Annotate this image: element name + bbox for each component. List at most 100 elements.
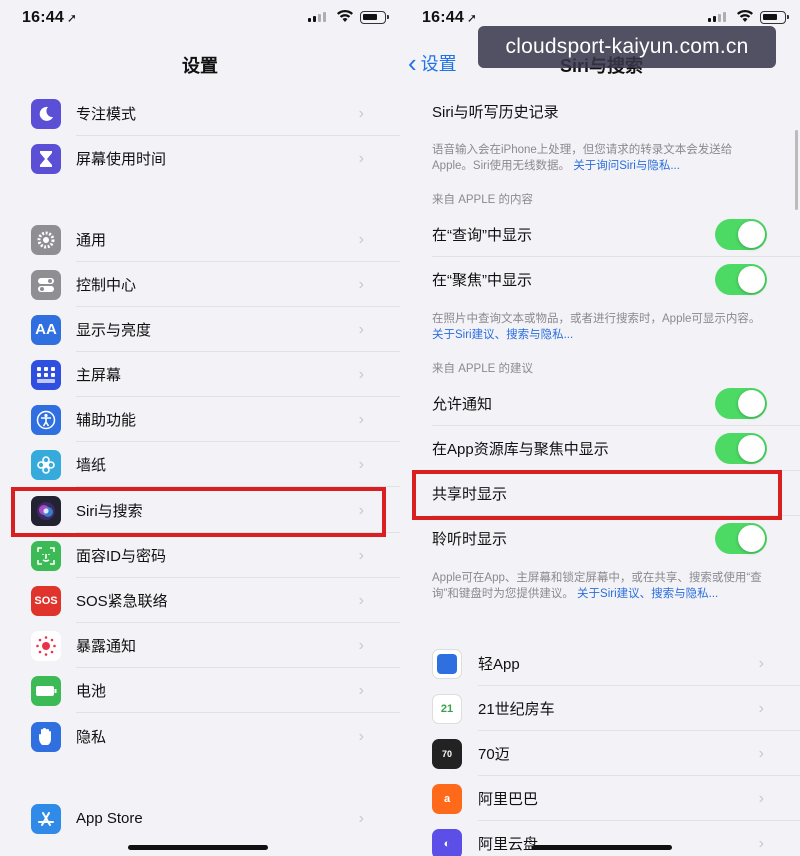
privacy-link[interactable]: 关于Siri建议、搜索与隐私... xyxy=(577,588,718,600)
location-icon: ➚ xyxy=(466,11,478,25)
chevron-right-icon: › xyxy=(358,149,364,167)
show-when-listening-toggle[interactable] xyxy=(715,523,767,554)
allow-notifications-row: 允许通知 xyxy=(400,381,800,426)
settings-item-focus[interactable]: 专注模式 › xyxy=(0,91,400,136)
cloud-icon: ◐ xyxy=(432,828,462,856)
settings-item-label: 专注模式 xyxy=(76,106,137,123)
settings-item-label: 显示与亮度 xyxy=(76,322,152,339)
status-bar: 16:44 ➚ xyxy=(0,0,400,36)
chevron-right-icon: › xyxy=(358,275,364,293)
app-row[interactable]: 70 70迈 › xyxy=(400,731,800,776)
settings-item-label: 通用 xyxy=(76,232,107,249)
chevron-right-icon: › xyxy=(358,455,364,473)
faceid-icon xyxy=(31,540,61,571)
highlight-box xyxy=(412,470,782,520)
settings-item-exposure[interactable]: 暴露通知 › xyxy=(0,623,400,668)
chevron-right-icon: › xyxy=(358,681,364,699)
21rv-icon: 21 xyxy=(432,693,462,724)
hand-icon xyxy=(31,721,61,752)
settings-item-accessibility[interactable]: 辅助功能 › xyxy=(0,397,400,442)
battery-icon xyxy=(360,11,389,24)
settings-item-home-screen[interactable]: 主屏幕 › xyxy=(0,352,400,397)
70mai-icon: 70 xyxy=(432,738,462,769)
grid-icon xyxy=(31,359,61,390)
settings-item-label: SOS紧急联络 xyxy=(76,593,168,610)
settings-item-label: 屏幕使用时间 xyxy=(76,151,167,168)
back-button[interactable]: ‹ 设置 xyxy=(408,50,457,76)
show-when-listening-row: 聆听时显示 xyxy=(400,516,800,561)
app-label: 70迈 xyxy=(478,746,510,763)
app-row[interactable]: 21 21世纪房车 › xyxy=(400,686,800,731)
show-in-spotlight-toggle[interactable] xyxy=(715,264,767,295)
hourglass-icon xyxy=(31,143,61,174)
chevron-right-icon: › xyxy=(358,636,364,654)
home-indicator xyxy=(128,845,268,850)
settings-item-battery[interactable]: 电池 › xyxy=(0,668,400,713)
settings-item-label: 暴露通知 xyxy=(76,638,137,655)
settings-item-general[interactable]: 通用 › xyxy=(0,217,400,262)
row-label: 聆听时显示 xyxy=(432,531,508,548)
gear-icon xyxy=(31,224,61,255)
exposure-icon xyxy=(31,630,61,661)
settings-item-screen-time[interactable]: 屏幕使用时间 › xyxy=(0,136,400,181)
chevron-left-icon: ‹ xyxy=(408,48,417,78)
settings-item-label: 主屏幕 xyxy=(76,367,122,384)
moon-icon xyxy=(31,98,61,129)
watermark-banner: cloudsport-kaiyun.com.cn xyxy=(478,26,776,68)
chevron-right-icon: › xyxy=(358,727,364,745)
location-icon: ➚ xyxy=(66,11,78,25)
chevron-right-icon: › xyxy=(358,410,364,428)
home-indicator xyxy=(532,845,672,850)
alibaba-icon: a xyxy=(432,783,462,814)
scrollbar[interactable] xyxy=(795,130,798,210)
app-row[interactable]: a 阿里巴巴 › xyxy=(400,776,800,821)
status-time: 16:44 ➚ xyxy=(422,9,478,26)
signal-icon xyxy=(308,12,326,22)
footer-note-3: Apple可在App、主屏幕和锁定屏幕中，或在共享、搜索或使用“查询”和键盘时为… xyxy=(432,572,762,600)
show-in-spotlight-row: 在“聚焦”中显示 xyxy=(400,257,800,302)
app-row[interactable]: ◐ 阿里云盘 › xyxy=(400,821,800,856)
show-in-lookup-row: 在“查询”中显示 xyxy=(400,212,800,257)
accessibility-icon xyxy=(31,404,61,435)
chevron-right-icon: › xyxy=(358,230,364,248)
sos-icon: SOS xyxy=(31,585,61,616)
chevron-right-icon: › xyxy=(358,104,364,122)
siri-history-row[interactable]: Siri与听写历史记录 xyxy=(400,89,800,134)
settings-item-control-center[interactable]: 控制中心 › xyxy=(0,262,400,307)
settings-item-sos[interactable]: SOS SOS紧急联络 › xyxy=(0,578,400,623)
chevron-right-icon: › xyxy=(758,654,764,672)
settings-item-face-id[interactable]: 面容ID与密码 › xyxy=(0,533,400,578)
app-label: 阿里巴巴 xyxy=(478,791,539,808)
chevron-right-icon: › xyxy=(358,591,364,609)
row-label: 在App资源库与聚焦中显示 xyxy=(432,441,609,458)
allow-notifications-toggle[interactable] xyxy=(715,388,767,419)
signal-icon xyxy=(708,12,726,22)
privacy-link[interactable]: 关于Siri建议、搜索与隐私... xyxy=(432,329,573,341)
footer-note-1: 语音输入会在iPhone上处理，但您请求的转录文本会发送给Apple。Siri使… xyxy=(432,144,733,172)
show-in-lookup-toggle[interactable] xyxy=(715,219,767,250)
app-row[interactable]: 轻App › xyxy=(400,641,800,686)
show-in-library-row: 在App资源库与聚焦中显示 xyxy=(400,426,800,471)
show-in-library-toggle[interactable] xyxy=(715,433,767,464)
chevron-right-icon: › xyxy=(358,320,364,338)
settings-item-label: App Store xyxy=(76,810,143,827)
highlight-box xyxy=(11,487,386,537)
siri-history-label: Siri与听写历史记录 xyxy=(432,104,559,121)
row-label: 允许通知 xyxy=(432,396,493,413)
chevron-right-icon: › xyxy=(758,699,764,717)
chevron-right-icon: › xyxy=(758,744,764,762)
siri-search-pane: 16:44➚ ‹设置 Siri与搜索 Siri与听写历史记录 语音输入会在iPh… xyxy=(400,0,800,856)
settings-item-wallpaper[interactable]: 墙纸 › xyxy=(0,442,400,487)
settings-item-display[interactable]: AA 显示与亮度 › xyxy=(0,307,400,352)
chevron-right-icon: › xyxy=(358,809,364,827)
chevron-right-icon: › xyxy=(358,365,364,383)
privacy-link[interactable]: 关于询问Siri与隐私... xyxy=(573,160,680,172)
settings-pane: 16:44 ➚ 设置 专注模式 › 屏幕使用时间 › 通用 › 控制中心 › AA… xyxy=(0,0,400,856)
settings-item-privacy[interactable]: 隐私 › xyxy=(0,714,400,759)
chevron-right-icon: › xyxy=(358,546,364,564)
page-title: 设置 xyxy=(182,56,218,76)
battery-icon xyxy=(31,675,61,706)
settings-item-app-store[interactable]: App Store › xyxy=(0,796,400,841)
section-header: 来自 APPLE 的内容 xyxy=(432,194,533,206)
footer-note-2: 在照片中查询文本或物品，或者进行搜索时，Apple可显示内容。 关于Siri建议… xyxy=(432,313,761,341)
